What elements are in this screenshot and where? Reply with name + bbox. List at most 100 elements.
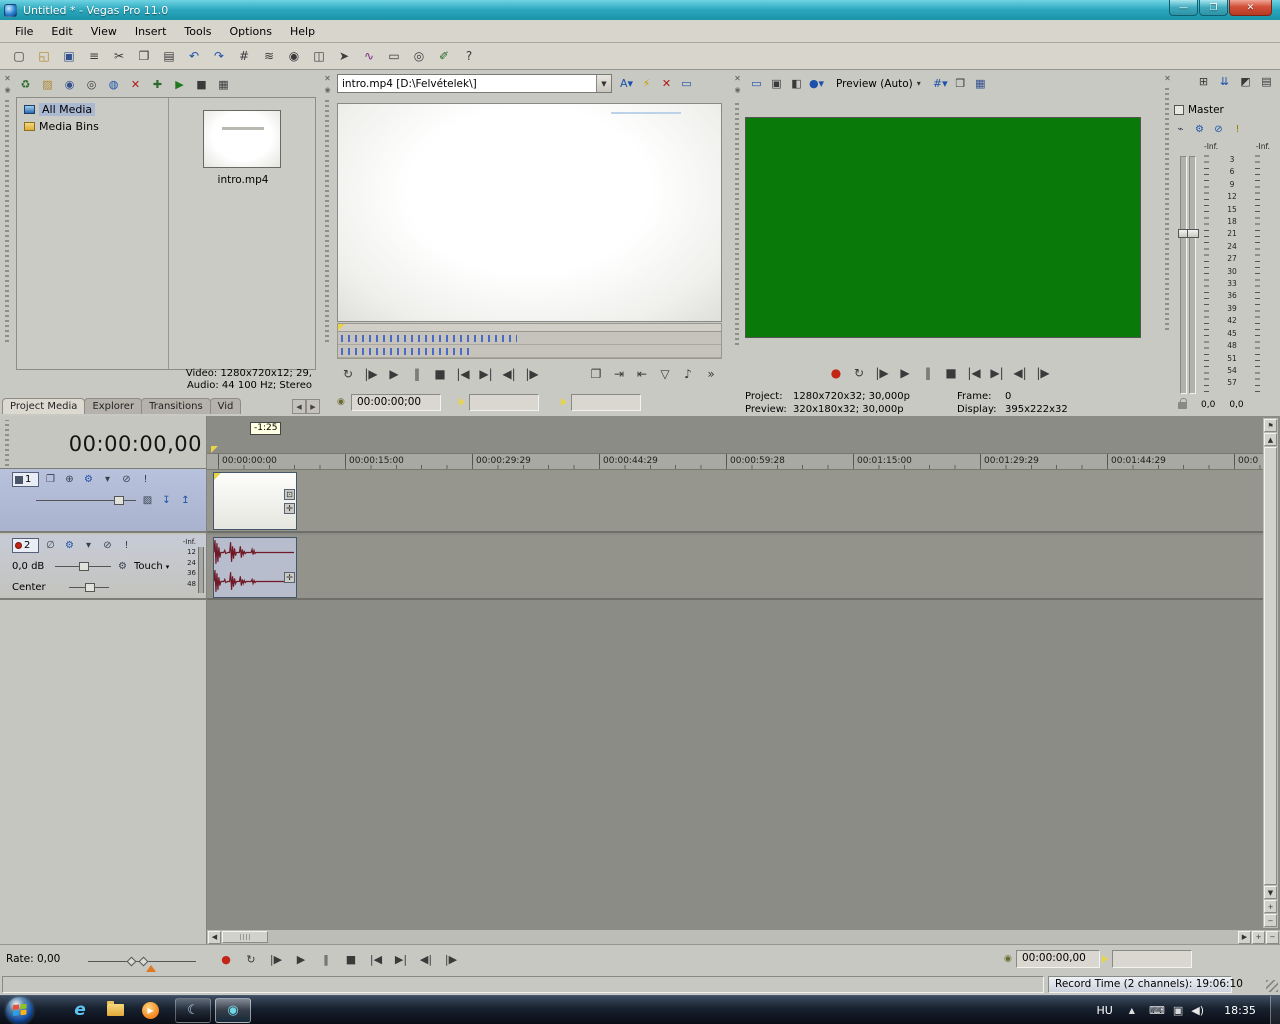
scroll-right-button[interactable]: ▶ <box>1238 930 1251 944</box>
remove-from-history-icon[interactable]: ✕ <box>657 75 676 92</box>
open-in-audio-editor-icon[interactable]: ♪ <box>677 364 699 384</box>
drag-handle[interactable] <box>735 100 739 345</box>
tab-video-fx[interactable]: Vid <box>209 398 242 414</box>
import-media-icon[interactable]: ▨ <box>38 76 57 93</box>
stop-icon[interactable]: ■ <box>339 949 363 970</box>
trimmer-history-dropdown[interactable]: intro.mp4 [D:\Felvételek\] ▼ <box>337 74 612 93</box>
track-pan-value[interactable]: Center <box>12 582 52 593</box>
loop-playback-icon[interactable]: ↻ <box>848 363 870 383</box>
drag-handle[interactable] <box>325 100 329 343</box>
taskbar-clock[interactable]: 18:35 <box>1210 1004 1270 1017</box>
project-properties-icon[interactable]: ≡ <box>83 46 105 66</box>
trimmer-audio-stream[interactable] <box>338 345 721 358</box>
internet-explorer-icon[interactable]: e <box>71 1000 89 1020</box>
whats-this-help-icon[interactable]: ? <box>458 46 480 66</box>
dock-grip[interactable]: ✕ ◉ <box>320 70 334 416</box>
master-solo-icon[interactable]: ! <box>1229 122 1246 137</box>
zoom-edit-tool-icon[interactable]: ◎ <box>408 46 430 66</box>
previous-frame-icon[interactable]: ◀| <box>498 364 520 384</box>
resize-grip[interactable] <box>1266 980 1278 992</box>
external-monitor-icon[interactable]: ▭ <box>747 75 766 92</box>
audio-track-lane[interactable]: ✛ <box>207 535 1263 600</box>
mixer-properties-icon[interactable]: ▤ <box>1257 73 1276 90</box>
cut-icon[interactable]: ✂ <box>108 46 130 66</box>
save-snapshot-icon[interactable]: ▦ <box>971 75 990 92</box>
video-track-lane[interactable]: ⊡ ✛ <box>207 470 1263 533</box>
tab-explorer[interactable]: Explorer <box>84 398 143 414</box>
pin-icon[interactable]: ◉ <box>2 85 13 96</box>
open-project-icon[interactable]: ◱ <box>33 46 55 66</box>
media-views-icon[interactable]: ▦ <box>214 76 233 93</box>
drag-handle[interactable] <box>5 420 9 466</box>
trimmer-timecode[interactable]: 00:00:00;00 <box>351 393 441 411</box>
normal-edit-tool-icon[interactable]: ➤ <box>333 46 355 66</box>
scrollbar-thumb[interactable] <box>222 931 268 943</box>
redo-icon[interactable]: ↷ <box>208 46 230 66</box>
menu-item[interactable]: Tools <box>175 22 220 41</box>
record-icon[interactable]: ● <box>214 949 238 970</box>
fade-handle[interactable] <box>214 473 221 480</box>
pin-icon[interactable]: ◉ <box>322 85 333 96</box>
lock-envelopes-icon[interactable]: ◉ <box>283 46 305 66</box>
scroll-up-button[interactable]: ▲ <box>1264 433 1277 446</box>
go-to-start-icon[interactable]: |◀ <box>364 949 388 970</box>
media-fx-icon[interactable]: ✚ <box>148 76 167 93</box>
track-mute-icon[interactable]: ⊘ <box>118 472 135 487</box>
stop-icon[interactable]: ■ <box>429 364 451 384</box>
maximize-button[interactable]: ❐ <box>1199 0 1228 16</box>
split-screen-select-icon[interactable]: ●▾ <box>807 75 826 92</box>
zoom-out-track-height-button[interactable]: − <box>1264 914 1277 927</box>
trimmer-mini-timeline[interactable] <box>337 331 722 359</box>
selection-edit-tool-icon[interactable]: ▭ <box>383 46 405 66</box>
video-track-header[interactable]: 1 ❐ ⊕ ⚙ ▾ ⊘! ▨ ↧ ↥ <box>0 468 206 533</box>
language-indicator[interactable]: HU <box>1088 1004 1120 1017</box>
remove-selected-media-icon[interactable]: ✕ <box>126 76 145 93</box>
ignore-event-grouping-icon[interactable]: ◫ <box>308 46 330 66</box>
track-number-box[interactable]: 1 <box>12 472 39 487</box>
next-frame-icon[interactable]: |▶ <box>1032 363 1054 383</box>
timeline[interactable]: -1:25 00:00:00:00 00:00:15:00 00:00:29:29 0… <box>207 416 1280 930</box>
event-pan-crop-icon[interactable]: ⊡ <box>284 489 295 500</box>
lamp-icon[interactable]: ◉ <box>337 397 351 407</box>
previous-frame-icon[interactable]: ◀| <box>414 949 438 970</box>
overlays-grid-icon[interactable]: #▾ <box>931 75 950 92</box>
audio-track-header[interactable]: 2 ∅ ⚙ ▾ ⊘! 0,0 dB ⚙ Touch ▾ Center -Inf. 12… <box>0 535 206 600</box>
tab-transitions[interactable]: Transitions <box>141 398 211 414</box>
enable-snapping-icon[interactable]: # <box>233 46 255 66</box>
envelope-edit-tool-icon[interactable]: ∿ <box>358 46 380 66</box>
track-motion-icon[interactable]: ⊕ <box>61 472 78 487</box>
rate-thumb[interactable] <box>126 956 137 967</box>
play-icon[interactable]: ▶ <box>894 363 916 383</box>
pause-icon[interactable]: ‖ <box>917 363 939 383</box>
track-fx-icon[interactable]: ⚙ <box>80 472 97 487</box>
zoom-out-time-button[interactable]: − <box>1266 930 1279 944</box>
track-mute-icon[interactable]: ⊘ <box>99 538 116 553</box>
vegas-pro-taskbar-button[interactable]: ◉ <box>215 997 251 1023</box>
fader-left[interactable] <box>1178 156 1190 394</box>
menu-item[interactable]: Edit <box>42 22 81 41</box>
preview-quality-dropdown[interactable]: Preview (Auto) ▾ <box>830 77 927 91</box>
video-output-fx-icon[interactable]: ▣ <box>767 75 786 92</box>
add-media-up-to-cursor-icon[interactable]: ⇤ <box>631 364 653 384</box>
menu-item[interactable]: View <box>82 22 126 41</box>
tree-item-media-bins[interactable]: Media Bins <box>17 118 168 135</box>
go-to-end-icon[interactable]: ▶| <box>986 363 1008 383</box>
track-fx-icon[interactable]: ⚙ <box>61 538 78 553</box>
horizontal-scrollbar[interactable]: ◀ ▶ + − <box>207 930 1280 944</box>
play-from-start-icon[interactable]: |▶ <box>264 949 288 970</box>
minimize-button[interactable]: — <box>1169 0 1198 16</box>
tab-scroll-right-button[interactable]: ▶ <box>306 399 320 414</box>
volume-icon[interactable]: ◀) <box>1191 1004 1204 1017</box>
drag-handle[interactable] <box>1165 88 1169 331</box>
pin-icon[interactable]: ◉ <box>732 85 743 96</box>
loop-region-marker[interactable] <box>211 446 218 453</box>
trimmer-selection-end-field[interactable] <box>571 393 641 411</box>
close-icon[interactable]: ✕ <box>732 73 743 84</box>
menu-item[interactable]: Options <box>221 22 281 41</box>
next-frame-icon[interactable]: |▶ <box>521 364 543 384</box>
sort-trimmer-history-icon[interactable]: A▾ <box>617 75 636 92</box>
master-mute-icon[interactable]: ⊘ <box>1210 122 1227 137</box>
master-fx-icon[interactable]: ⚙ <box>1191 122 1208 137</box>
cursor-time-display[interactable]: 00:00:00,00 <box>69 432 202 456</box>
fader-thumb[interactable] <box>1187 229 1199 238</box>
